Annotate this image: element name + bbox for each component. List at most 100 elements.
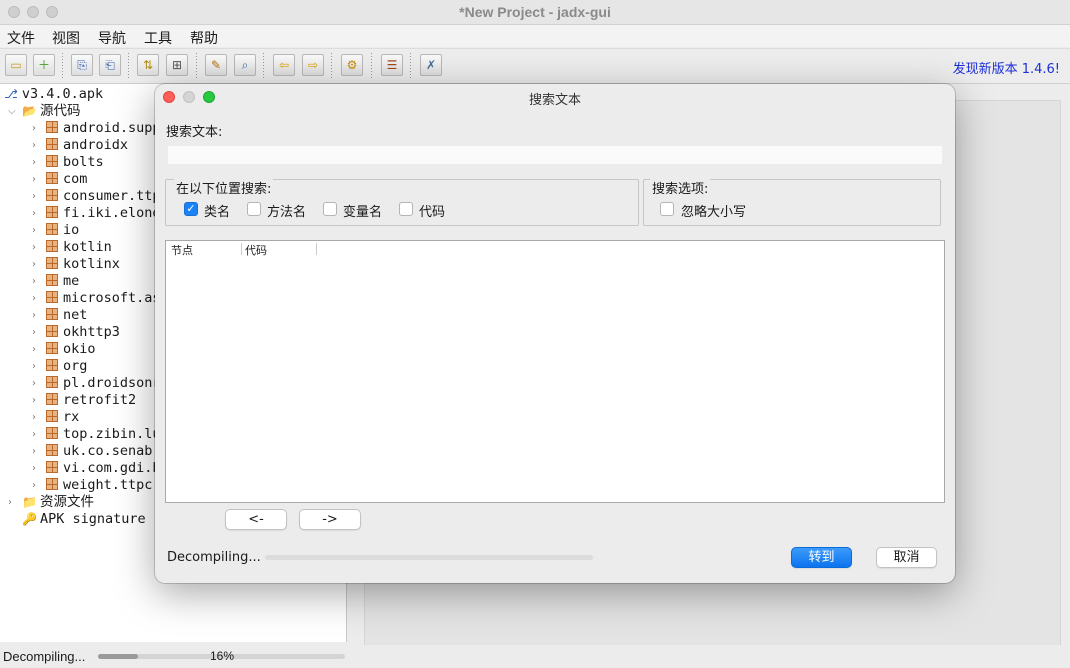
package-icon bbox=[46, 206, 58, 218]
decompile-icon[interactable]: ⚙ bbox=[341, 54, 363, 76]
chevron-right-icon[interactable]: › bbox=[32, 273, 36, 290]
column-separator bbox=[316, 243, 317, 255]
package-name: uk.co.senab. bbox=[63, 443, 161, 459]
save-all-icon[interactable]: ⎘ bbox=[71, 54, 93, 76]
log-viewer-icon[interactable]: ☰ bbox=[381, 54, 403, 76]
tree-package-item[interactable]: › bolts bbox=[32, 154, 104, 171]
tree-package-item[interactable]: › retrofit2 bbox=[32, 392, 136, 409]
tree-package-item[interactable]: › weight.ttpc. bbox=[32, 477, 161, 494]
chevron-right-icon[interactable]: › bbox=[32, 443, 36, 460]
tree-package-item[interactable]: › androidx bbox=[32, 137, 128, 154]
package-name: com bbox=[63, 171, 88, 187]
chevron-right-icon[interactable]: › bbox=[32, 307, 36, 324]
code-label: 代码 bbox=[419, 205, 446, 220]
back-arrow-icon[interactable]: ⇦ bbox=[273, 54, 295, 76]
chevron-right-icon[interactable]: › bbox=[32, 222, 36, 239]
column-header-code[interactable]: 代码 bbox=[245, 242, 267, 258]
chevron-right-icon[interactable]: › bbox=[32, 409, 36, 426]
new-version-link[interactable]: 发现新版本 1.4.6! bbox=[953, 58, 1060, 77]
tree-package-item[interactable]: › io bbox=[32, 222, 79, 239]
chevron-right-icon[interactable]: › bbox=[32, 477, 36, 494]
search-scope-label: 在以下位置搜索: bbox=[174, 178, 274, 197]
chevron-right-icon[interactable]: › bbox=[32, 239, 36, 256]
chevron-right-icon[interactable]: › bbox=[32, 375, 36, 392]
search-input[interactable] bbox=[168, 146, 942, 164]
chevron-right-icon[interactable]: › bbox=[32, 154, 36, 171]
apk-icon: ⎇ bbox=[4, 87, 18, 101]
tree-package-item[interactable]: › okhttp3 bbox=[32, 324, 120, 341]
menu-tools[interactable]: 工具 bbox=[144, 28, 172, 48]
chevron-right-icon[interactable]: › bbox=[32, 290, 36, 307]
cancel-button[interactable]: 取消 bbox=[876, 547, 937, 568]
code-checkbox[interactable] bbox=[399, 202, 413, 216]
tree-signature-node[interactable]: 🔑 APK signature bbox=[22, 511, 146, 528]
chevron-right-icon[interactable]: › bbox=[32, 324, 36, 341]
chevron-right-icon[interactable]: › bbox=[32, 120, 36, 137]
package-icon bbox=[46, 325, 58, 337]
status-text: Decompiling... bbox=[3, 649, 86, 664]
goto-button[interactable]: 转到 bbox=[791, 547, 852, 568]
tree-package-item[interactable]: › okio bbox=[32, 341, 96, 358]
tree-package-item[interactable]: › pl.droidsonr bbox=[32, 375, 161, 392]
tree-package-item[interactable]: › microsoft.as bbox=[32, 290, 161, 307]
chevron-right-icon[interactable]: › bbox=[32, 188, 36, 205]
chevron-right-icon[interactable]: › bbox=[32, 358, 36, 375]
toolbar-separator bbox=[331, 53, 332, 79]
method-name-checkbox[interactable] bbox=[247, 202, 261, 216]
chevron-right-icon[interactable]: › bbox=[32, 256, 36, 273]
preferences-wrench-icon[interactable]: ✗ bbox=[420, 54, 442, 76]
menu-view[interactable]: 视图 bbox=[52, 28, 80, 48]
tree-package-item[interactable]: › kotlin bbox=[32, 239, 112, 256]
menu-help[interactable]: 帮助 bbox=[190, 28, 218, 48]
tree-root-apk[interactable]: ⎇ v3.4.0.apk bbox=[4, 86, 103, 103]
tree-package-item[interactable]: › com bbox=[32, 171, 88, 188]
chevron-right-icon[interactable]: › bbox=[32, 460, 36, 477]
sync-tree-icon[interactable]: ⇅ bbox=[137, 54, 159, 76]
tree-package-item[interactable]: › top.zibin.lu bbox=[32, 426, 161, 443]
tree-package-item[interactable]: › net bbox=[32, 307, 87, 324]
chevron-right-icon[interactable]: › bbox=[32, 205, 36, 222]
field-name-checkbox[interactable] bbox=[323, 202, 337, 216]
flatten-packages-icon[interactable]: ⊞ bbox=[166, 54, 188, 76]
tree-package-item[interactable]: › kotlinx bbox=[32, 256, 120, 273]
package-name: bolts bbox=[63, 154, 104, 170]
tree-package-item[interactable]: › consumer.ttp bbox=[32, 188, 161, 205]
tree-package-item[interactable]: › me bbox=[32, 273, 79, 290]
prev-page-button[interactable]: <- bbox=[225, 509, 287, 530]
tree-package-item[interactable]: › rx bbox=[32, 409, 79, 426]
chevron-right-icon[interactable]: › bbox=[8, 494, 12, 511]
tree-package-item[interactable]: › android.supp bbox=[32, 120, 161, 137]
chevron-right-icon[interactable]: › bbox=[32, 426, 36, 443]
package-icon bbox=[46, 461, 58, 473]
tree-package-item[interactable]: › vi.com.gdi.b bbox=[32, 460, 161, 477]
results-table[interactable]: 节点 代码 bbox=[165, 240, 945, 503]
column-header-node[interactable]: 节点 bbox=[171, 242, 193, 258]
chevron-right-icon[interactable]: › bbox=[32, 171, 36, 188]
chevron-right-icon[interactable]: › bbox=[32, 137, 36, 154]
tree-resources-node[interactable]: › 📁 资源文件 bbox=[8, 494, 94, 511]
package-icon bbox=[46, 240, 58, 252]
chevron-down-icon[interactable]: ⌵ bbox=[8, 103, 16, 120]
search-text-icon[interactable]: ✎ bbox=[205, 54, 227, 76]
open-file-icon[interactable]: ▭ bbox=[5, 54, 27, 76]
package-icon bbox=[46, 342, 58, 354]
menu-navigate[interactable]: 导航 bbox=[98, 28, 126, 48]
next-page-button[interactable]: -> bbox=[299, 509, 361, 530]
package-icon bbox=[46, 189, 58, 201]
forward-arrow-icon[interactable]: ⇨ bbox=[302, 54, 324, 76]
class-name-checkbox[interactable]: ✓ bbox=[184, 202, 198, 216]
chevron-right-icon[interactable]: › bbox=[32, 341, 36, 358]
add-file-icon[interactable]: ＋ bbox=[33, 54, 55, 76]
menu-file[interactable]: 文件 bbox=[7, 28, 35, 48]
package-icon bbox=[46, 223, 58, 235]
tree-package-item[interactable]: › org bbox=[32, 358, 87, 375]
tree-package-item[interactable]: › fi.iki.elone bbox=[32, 205, 161, 222]
export-icon[interactable]: ⎗ bbox=[99, 54, 121, 76]
package-icon bbox=[46, 376, 58, 388]
tree-source-node[interactable]: ⌵ 📂 源代码 bbox=[8, 103, 80, 120]
tree-package-item[interactable]: › uk.co.senab. bbox=[32, 443, 161, 460]
ignore-case-checkbox[interactable] bbox=[660, 202, 674, 216]
toolbar-separator bbox=[196, 53, 197, 79]
chevron-right-icon[interactable]: › bbox=[32, 392, 36, 409]
search-class-icon[interactable]: ⌕ bbox=[234, 54, 256, 76]
